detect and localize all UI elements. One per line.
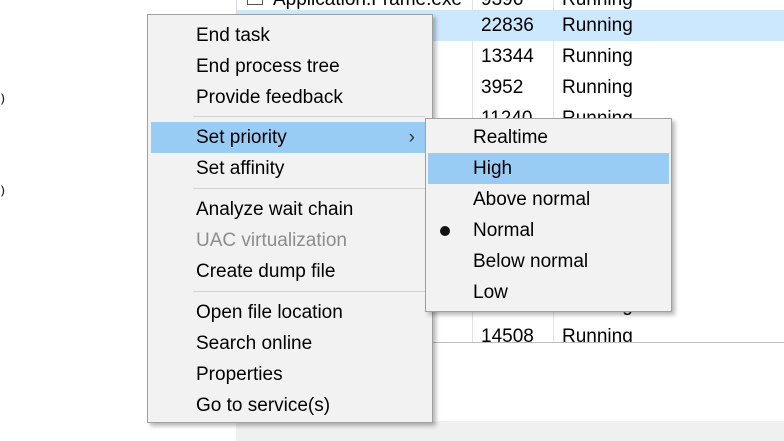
menu-separator: [193, 116, 426, 117]
menu-item-end-process-tree[interactable]: End process tree: [151, 51, 429, 82]
left-edge-fragment: ⁾: [0, 182, 6, 207]
menu-item-create-dump-file[interactable]: Create dump file: [151, 256, 429, 287]
priority-high[interactable]: High: [428, 153, 669, 184]
menu-separator: [193, 188, 426, 189]
priority-low[interactable]: Low: [428, 277, 669, 308]
menu-item-end-task[interactable]: End task: [151, 20, 429, 51]
window-bottom-bar: [236, 421, 784, 441]
process-pid: 13344: [481, 46, 534, 67]
priority-normal-label: Normal: [473, 220, 535, 241]
menu-item-set-affinity[interactable]: Set affinity: [151, 153, 429, 184]
priority-realtime[interactable]: Realtime: [428, 122, 669, 153]
process-context-menu: End task End process tree Provide feedba…: [147, 14, 433, 423]
menu-item-uac-virtualization: UAC virtualization: [196, 230, 347, 251]
menu-separator: [193, 291, 426, 292]
menu-item-search-online[interactable]: Search online: [151, 328, 429, 359]
process-pid: 3952: [481, 77, 524, 98]
priority-normal[interactable]: Normal: [428, 215, 669, 246]
process-status: Running: [562, 77, 633, 98]
left-edge-fragment: ⁾: [0, 90, 6, 115]
process-status: Running: [562, 15, 633, 36]
menu-item-go-to-services[interactable]: Go to service(s): [151, 390, 429, 421]
process-pid: 22836: [481, 15, 534, 36]
chevron-right-icon: ›: [408, 127, 415, 148]
radio-checked-icon: [440, 226, 450, 236]
priority-above-normal[interactable]: Above normal: [428, 184, 669, 215]
menu-item-set-priority[interactable]: Set priority ›: [151, 122, 429, 153]
menu-item-properties[interactable]: Properties: [151, 359, 429, 390]
menu-item-label: Set priority: [196, 127, 287, 148]
priority-submenu: Realtime High Above normal Normal Below …: [425, 118, 672, 312]
menu-item-analyze-wait-chain[interactable]: Analyze wait chain: [151, 194, 429, 225]
menu-item-provide-feedback[interactable]: Provide feedback: [151, 82, 429, 113]
process-status: Running: [562, 46, 633, 67]
process-icon: [247, 0, 263, 5]
menu-item-open-file-location[interactable]: Open file location: [151, 297, 429, 328]
priority-below-normal[interactable]: Below normal: [428, 246, 669, 277]
